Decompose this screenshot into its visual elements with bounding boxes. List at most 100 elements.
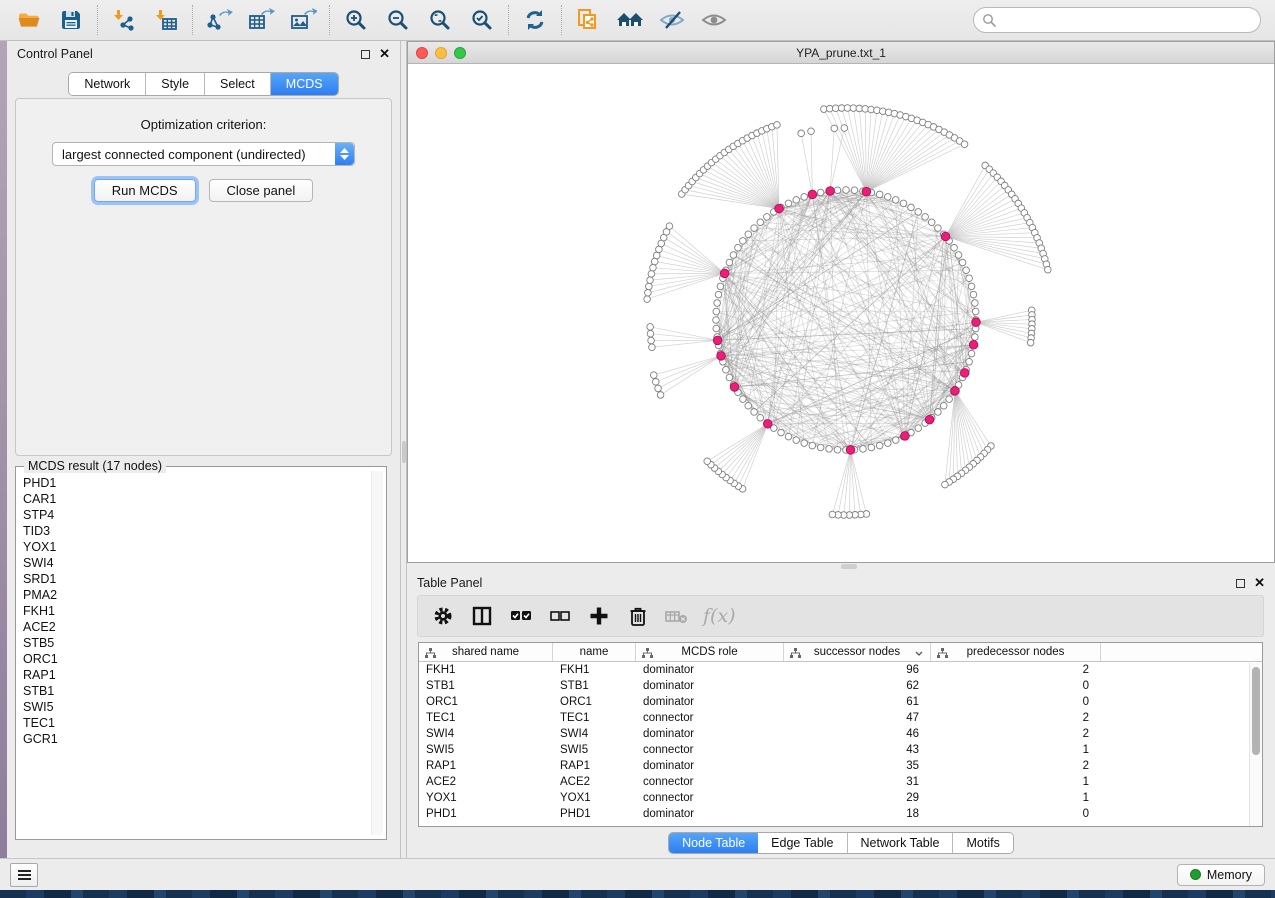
close-panel-button[interactable]: Close panel xyxy=(209,179,314,202)
cell-mcds-role: dominator xyxy=(636,694,784,710)
list-item[interactable]: SWI5 xyxy=(20,699,370,715)
table-row[interactable]: FKH1FKH1dominator962 xyxy=(419,662,1262,678)
table-row[interactable]: TEC1TEC1connector472 xyxy=(419,710,1262,726)
list-item[interactable]: YOX1 xyxy=(20,539,370,555)
network-graph[interactable] xyxy=(408,64,1274,562)
duplicate-network-button[interactable] xyxy=(567,2,609,38)
show-all-button[interactable] xyxy=(693,2,735,38)
cell-name: ORC1 xyxy=(553,694,636,710)
table-row[interactable]: SWI5SWI5connector431 xyxy=(419,742,1262,758)
float-panel-icon[interactable] xyxy=(361,50,370,59)
list-item[interactable]: TID3 xyxy=(20,523,370,539)
list-item[interactable]: RAP1 xyxy=(20,667,370,683)
column-header-successor-nodes[interactable]: successor nodes xyxy=(784,643,931,661)
tab-select[interactable]: Select xyxy=(205,73,271,95)
list-item[interactable]: STB1 xyxy=(20,683,370,699)
delete-table-button[interactable] xyxy=(664,603,690,629)
tab-motifs[interactable]: Motifs xyxy=(953,833,1012,853)
list-item[interactable]: TEC1 xyxy=(20,715,370,731)
first-neighbors-button[interactable] xyxy=(609,2,651,38)
refresh-icon xyxy=(522,7,548,33)
table-row[interactable]: STB1STB1dominator620 xyxy=(419,678,1262,694)
task-history-button[interactable] xyxy=(10,863,38,887)
list-item[interactable]: FKH1 xyxy=(20,603,370,619)
cell-shared-name: RAP1 xyxy=(419,758,553,774)
table-row[interactable]: YOX1YOX1connector291 xyxy=(419,790,1262,806)
cell-predecessor-nodes: 0 xyxy=(931,806,1101,822)
list-item[interactable]: ACE2 xyxy=(20,619,370,635)
criterion-dropdown[interactable]: largest connected component (undirected) xyxy=(52,142,355,166)
tab-style[interactable]: Style xyxy=(146,73,205,95)
list-item[interactable]: PHD1 xyxy=(20,475,370,491)
table-row[interactable]: ACE2ACE2connector311 xyxy=(419,774,1262,790)
export-image-button[interactable] xyxy=(282,2,324,38)
run-mcds-button[interactable]: Run MCDS xyxy=(94,179,196,202)
table-settings-button[interactable] xyxy=(430,603,456,629)
memory-button[interactable]: Memory xyxy=(1177,864,1265,886)
list-item[interactable]: GCR1 xyxy=(20,731,370,747)
tab-network-table[interactable]: Network Table xyxy=(848,833,954,853)
attribute-type-icon xyxy=(937,648,948,658)
add-column-button[interactable] xyxy=(586,603,612,629)
float-panel-icon[interactable] xyxy=(1236,579,1245,588)
zoom-selected-button[interactable] xyxy=(461,2,503,38)
function-builder-button[interactable]: f(x) xyxy=(703,603,736,629)
tab-mcds[interactable]: MCDS xyxy=(271,73,338,95)
close-panel-icon[interactable]: ✕ xyxy=(379,49,390,59)
table-row[interactable]: SWI4SWI4dominator462 xyxy=(419,726,1262,742)
horizontal-splitter[interactable] xyxy=(407,563,1275,570)
splitter-handle[interactable] xyxy=(841,564,857,569)
tab-network[interactable]: Network xyxy=(69,73,146,95)
save-session-button[interactable] xyxy=(50,2,92,38)
list-item[interactable]: SWI4 xyxy=(20,555,370,571)
trash-icon xyxy=(627,605,649,627)
zoom-fit-button[interactable] xyxy=(419,2,461,38)
cell-mcds-role: connector xyxy=(636,774,784,790)
refresh-button[interactable] xyxy=(514,2,556,38)
list-item[interactable]: STP4 xyxy=(20,507,370,523)
scrollbar-thumb[interactable] xyxy=(1252,667,1260,755)
cell-filler xyxy=(1101,662,1262,678)
export-table-button[interactable] xyxy=(240,2,282,38)
column-header-name[interactable]: name xyxy=(553,643,636,661)
export-network-button[interactable] xyxy=(198,2,240,38)
column-header-predecessor-nodes[interactable]: predecessor nodes xyxy=(931,643,1101,661)
column-header-mcds-role[interactable]: MCDS role xyxy=(636,643,784,661)
table-scrollbar[interactable] xyxy=(1249,663,1262,826)
close-panel-icon[interactable]: ✕ xyxy=(1254,578,1265,588)
import-table-button[interactable] xyxy=(145,2,187,38)
table-row[interactable]: RAP1RAP1dominator352 xyxy=(419,758,1262,774)
list-item[interactable]: STB5 xyxy=(20,635,370,651)
tab-node-table[interactable]: Node Table xyxy=(669,833,758,853)
show-columns-button[interactable] xyxy=(469,603,495,629)
cell-shared-name: FKH1 xyxy=(419,662,553,678)
vertical-splitter[interactable] xyxy=(400,41,407,858)
cell-name: STB1 xyxy=(553,678,636,694)
list-item[interactable]: CAR1 xyxy=(20,491,370,507)
splitter-handle[interactable] xyxy=(402,441,406,463)
zoom-in-button[interactable] xyxy=(335,2,377,38)
desktop-wallpaper-bottom xyxy=(0,890,1275,898)
open-file-button[interactable] xyxy=(8,2,50,38)
table-row[interactable]: PHD1PHD1dominator180 xyxy=(419,806,1262,822)
network-canvas[interactable] xyxy=(408,64,1274,562)
result-scrollbar[interactable] xyxy=(371,471,383,835)
list-item[interactable]: SRD1 xyxy=(20,571,370,587)
list-item[interactable]: PMA2 xyxy=(20,587,370,603)
cell-name: SWI5 xyxy=(553,742,636,758)
select-all-button[interactable] xyxy=(508,603,534,629)
eye-icon xyxy=(700,7,728,33)
delete-column-button[interactable] xyxy=(625,603,651,629)
tab-edge-table[interactable]: Edge Table xyxy=(758,833,847,853)
zoom-out-button[interactable] xyxy=(377,2,419,38)
search-input[interactable] xyxy=(973,7,1261,33)
unselect-all-button[interactable] xyxy=(547,603,573,629)
hide-selected-button[interactable] xyxy=(651,2,693,38)
zoom-out-icon xyxy=(385,7,411,33)
list-item[interactable]: ORC1 xyxy=(20,651,370,667)
network-window-titlebar[interactable]: YPA_prune.txt_1 xyxy=(408,42,1274,64)
import-network-button[interactable] xyxy=(103,2,145,38)
table-row[interactable]: ORC1ORC1dominator610 xyxy=(419,694,1262,710)
column-header-shared-name[interactable]: shared name xyxy=(419,643,553,661)
plus-icon xyxy=(588,605,610,627)
